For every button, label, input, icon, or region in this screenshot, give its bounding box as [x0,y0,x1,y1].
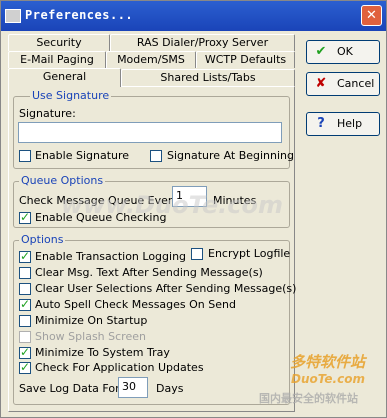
window-title: Preferences... [25,8,134,22]
close-button[interactable]: ✕ [361,5,382,26]
title-bar[interactable]: Preferences... ✕ [1,1,386,31]
auto-spell-check-checkbox[interactable] [19,297,31,311]
save-log-days-input[interactable]: 30 [118,377,148,398]
enable-signature-checkbox[interactable] [19,150,31,162]
option-label: Check For Application Updates [35,361,204,374]
queue-options-legend: Queue Options [19,174,106,187]
tab-wctp-defaults[interactable]: WCTP Defaults [196,51,295,68]
checkmark-icon: ✔ [315,44,327,59]
option-label: Minimize On Startup [35,314,148,327]
watermark-tagline-cn: 国内最安全的软件站 [259,392,358,405]
minimize-on-startup-checkbox[interactable] [19,315,31,327]
option-label: Auto Spell Check Messages On Send [35,298,236,311]
option-label: Enable Transaction Logging [35,250,187,263]
encrypt-logfile-checkbox[interactable] [191,248,203,260]
tab-security[interactable]: Security [8,34,110,51]
tab-email-paging[interactable]: E-Mail Paging [8,51,106,68]
option-label: Show Splash Screen [35,330,146,343]
tab-label: RAS Dialer/Proxy Server [136,36,269,49]
option-label: Minimize To System Tray [35,346,170,359]
tab-general[interactable]: General [8,68,121,87]
encrypt-logfile-label: Encrypt Logfile [208,247,291,260]
clear-user-selections-checkbox[interactable] [19,283,31,295]
tab-label: Security [36,36,82,49]
days-label: Days [156,382,184,395]
save-log-label: Save Log Data For [19,382,120,395]
signature-group-legend: Use Signature [30,89,112,102]
help-button[interactable]: ? Help [306,112,380,136]
signature-input[interactable] [18,122,282,143]
option-label: Clear User Selections After Sending Mess… [35,282,297,295]
watermark-brand-cn: 多特软件站 [290,353,366,371]
signature-label: Signature: [19,107,76,120]
preferences-window: Preferences... ✕ Security RAS Dialer/Pro… [0,0,387,418]
show-splash-screen-checkbox [19,331,31,343]
ok-button-label: OK [337,45,353,58]
tab-label: Shared Lists/Tabs [160,71,256,84]
clear-msg-text-checkbox[interactable] [19,267,31,279]
app-icon [5,9,21,23]
enable-queue-checking-checkbox[interactable] [19,210,31,224]
tab-modem-sms[interactable]: Modem/SMS [106,51,196,68]
tab-shared-lists[interactable]: Shared Lists/Tabs [121,69,295,86]
ok-button[interactable]: ✔ OK [306,40,380,64]
options-legend: Options [19,233,66,246]
enable-transaction-logging-checkbox[interactable] [19,249,31,263]
tab-label: Modem/SMS [117,53,185,66]
cancel-button[interactable]: ✘ Cancel [306,72,380,96]
option-label: Clear Msg. Text After Sending Message(s) [35,266,263,279]
minimize-to-tray-checkbox[interactable] [19,345,31,359]
question-mark-icon: ? [317,116,325,131]
signature-at-beginning-label: Signature At Beginning [167,149,295,162]
tab-ras-dialer[interactable]: RAS Dialer/Proxy Server [110,34,295,51]
watermark-brand-url: DuoTe.com [291,372,365,386]
signature-at-beginning-checkbox[interactable] [150,150,162,162]
x-icon: ✘ [315,76,327,91]
watermark-center: www.DuoTe.com [61,191,283,219]
tab-label: General [42,70,87,83]
tab-label: WCTP Defaults [204,53,287,66]
check-for-updates-checkbox[interactable] [19,360,31,374]
help-button-label: Help [337,117,363,130]
enable-signature-label: Enable Signature [35,149,130,162]
tab-label: E-Mail Paging [20,53,94,66]
cancel-button-label: Cancel [337,77,375,90]
